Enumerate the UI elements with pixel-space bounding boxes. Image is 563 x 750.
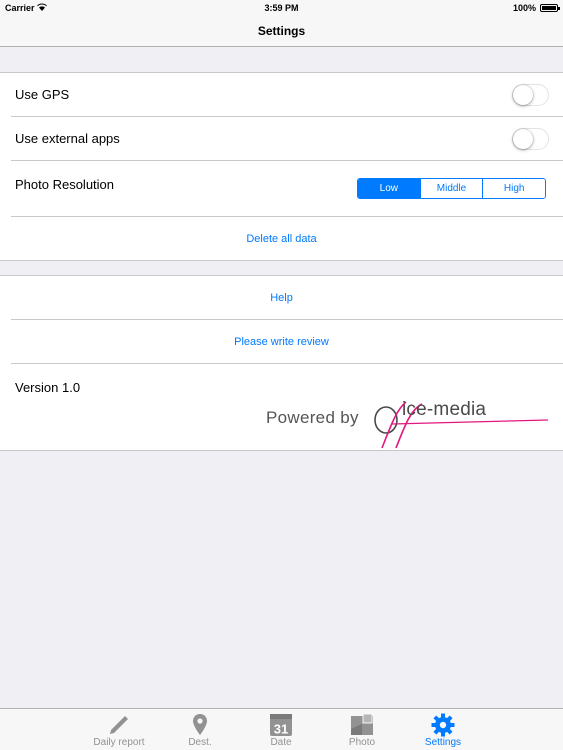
review-row: Please write review — [0, 320, 563, 364]
battery-icon — [540, 4, 560, 12]
tab-label: Photo — [348, 737, 376, 748]
gear-icon — [431, 713, 455, 737]
use-gps-row: Use GPS — [0, 73, 563, 117]
delete-all-data-button[interactable]: Delete all data — [0, 233, 563, 245]
navigation-bar: Settings — [0, 16, 563, 47]
page-title: Settings — [257, 24, 306, 38]
write-review-button[interactable]: Please write review — [0, 336, 563, 348]
use-external-apps-toggle[interactable] — [512, 128, 549, 150]
delete-all-data-row: Delete all data — [0, 217, 563, 260]
tab-date[interactable]: 31 Date — [246, 709, 316, 750]
powered-by-logo: Powered by ice-media — [266, 398, 551, 450]
map-pin-icon — [193, 714, 207, 735]
resolution-low-segment[interactable]: Low — [358, 179, 420, 198]
version-label: Version 1.0 — [15, 380, 81, 395]
photo-resolution-label: Photo Resolution — [15, 177, 115, 192]
powered-by-text: Powered by — [266, 408, 359, 427]
tab-bar: Daily report Dest. 31 Date Photo Setting… — [0, 708, 563, 750]
tab-dest[interactable]: Dest. — [165, 709, 235, 750]
use-external-apps-label: Use external apps — [15, 131, 120, 146]
tab-label: Date — [270, 737, 292, 748]
tab-photo[interactable]: Photo — [327, 709, 397, 750]
pencil-icon — [110, 716, 128, 734]
tab-label: Settings — [424, 737, 462, 748]
svg-text:31: 31 — [274, 722, 288, 737]
clock: 3:59 PM — [264, 3, 299, 13]
calendar-icon: 31 — [270, 714, 292, 737]
tab-label: Daily report — [93, 737, 145, 748]
resolution-high-segment[interactable]: High — [482, 179, 545, 198]
tab-label: Dest. — [188, 737, 212, 748]
photo-resolution-row: Photo Resolution Low Middle High — [0, 161, 563, 217]
photo-icon — [351, 713, 373, 735]
tab-settings[interactable]: Settings — [408, 709, 478, 750]
settings-group: Use GPS Use external apps Photo Resoluti… — [0, 72, 563, 261]
use-gps-toggle[interactable] — [512, 84, 549, 106]
tab-daily-report[interactable]: Daily report — [84, 709, 154, 750]
brand-text: ice-media — [402, 399, 487, 420]
battery-percent: 100% — [512, 3, 536, 13]
photo-resolution-segmented-control: Low Middle High — [357, 178, 546, 199]
help-row: Help — [0, 276, 563, 320]
use-gps-label: Use GPS — [15, 87, 70, 102]
status-bar: Carrier 3:59 PM 100% — [0, 0, 563, 16]
help-button[interactable]: Help — [0, 292, 563, 304]
resolution-middle-segment[interactable]: Middle — [419, 179, 483, 198]
use-external-apps-row: Use external apps — [0, 117, 563, 161]
